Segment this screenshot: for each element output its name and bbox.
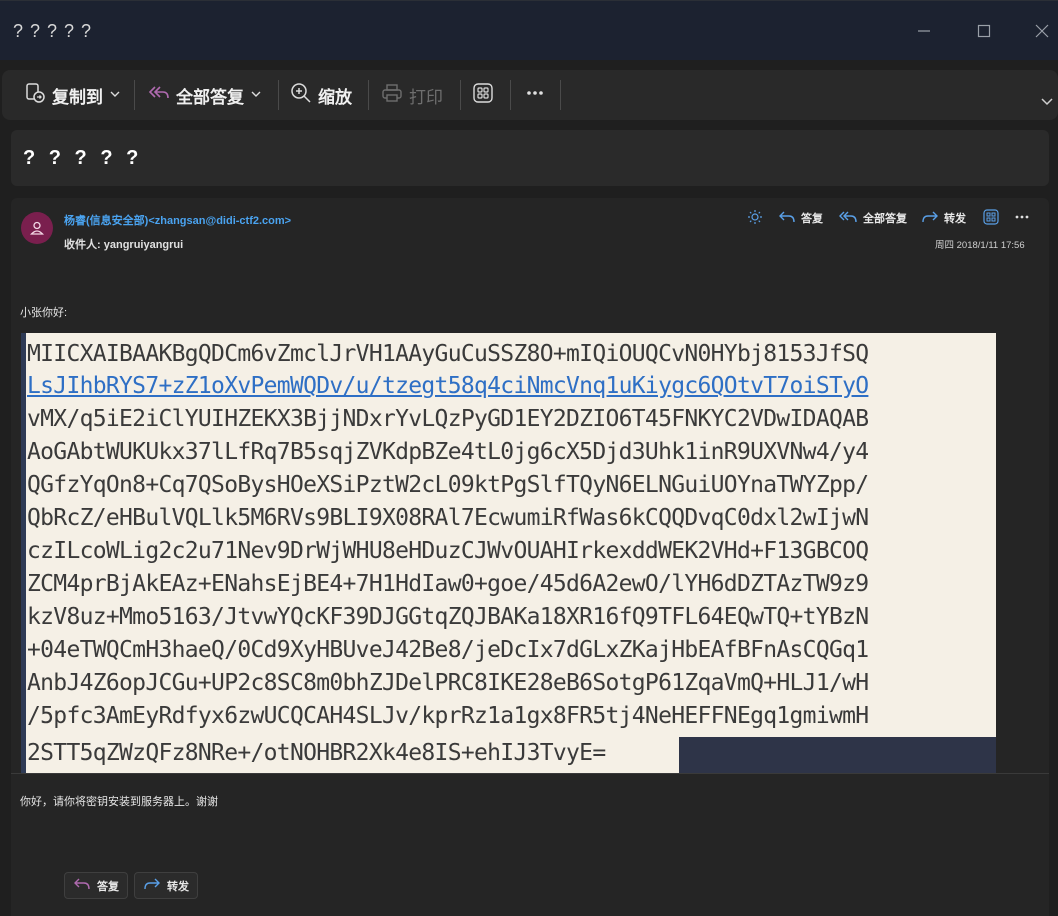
more-icon (524, 83, 546, 108)
chevron-down-icon (250, 85, 262, 105)
key-line: QGfzYqOn8+Cq7QSoBysHOeXSiPztW2cL09ktPgSl… (27, 472, 869, 498)
apps-grid-icon (983, 208, 999, 228)
forward-button[interactable]: 转发 (921, 208, 966, 228)
person-icon (30, 221, 44, 235)
key-line: ZCM4prBjAkEAz+ENahsEjBE4+7H1HdIaw0+goe/4… (27, 571, 869, 597)
window-title: ? ? ? ? ? (13, 21, 93, 41)
copy-to-icon (24, 82, 46, 109)
copy-to-label: 复制到 (52, 87, 103, 107)
sun-icon (747, 209, 763, 228)
key-line: vMX/q5iE2iClYUIHZEKX3BjjNDxrYvLQzPyGD1EY… (27, 406, 869, 432)
reply-all-header-button[interactable]: 全部答复 (838, 208, 907, 228)
close-button[interactable] (1030, 19, 1054, 43)
more-icon (1014, 209, 1030, 228)
ribbon-toolbar: 复制到 全部答复 缩放 打印 (2, 70, 1058, 120)
sun-button[interactable] (747, 208, 763, 228)
ribbon-divider (560, 80, 561, 110)
zoom-button[interactable]: 缩放 (290, 80, 352, 110)
print-label: 打印 (409, 87, 443, 107)
recipients-line: 收件人: yangruiyangrui (64, 236, 183, 252)
zoom-in-icon (290, 82, 312, 109)
avatar[interactable] (21, 212, 53, 244)
forward-icon (921, 209, 939, 228)
divider (11, 773, 1049, 774)
reply-all-button[interactable]: 全部答复 (148, 80, 262, 110)
print-button[interactable]: 打印 (381, 80, 443, 110)
more-options-button[interactable] (524, 80, 546, 110)
apps-header-button[interactable] (983, 208, 999, 228)
key-line: 2STT5qZWzQFz8NRe+/otNOHBR2Xk4e8IS+ehIJ3T… (27, 740, 606, 766)
key-block[interactable]: MIICXAIBAAKBgQDCm6vZmclJrVH1AAyGuCuSSZ8O… (21, 333, 996, 773)
forward-icon (143, 877, 161, 894)
maximize-button[interactable] (972, 19, 996, 43)
zoom-label: 缩放 (318, 87, 352, 107)
selection-edge (21, 333, 26, 773)
minimize-button[interactable] (912, 19, 936, 43)
message-subject: ? ? ? ? ? (23, 147, 143, 169)
to-label: 收件人: (64, 239, 104, 251)
key-line: kzV8uz+Mmo5163/JtvwYQcKF39DJGGtqZQJBAKa1… (27, 604, 869, 630)
ribbon-divider (368, 80, 369, 110)
key-line: czILcoWLig2c2u71Nev9DrWjWHU8eHDuzCJWvOUA… (27, 538, 869, 564)
key-line: AoGAbtWUKUkx37lLfRq7B5sqjZVKdpBZe4tL0jg6… (27, 439, 869, 465)
key-line: AnbJ4Z6opJCGu+UP2c8SC8m0bhZJDelPRC8IKE28… (27, 670, 869, 696)
more-header-button[interactable] (1014, 208, 1030, 228)
reply-button[interactable]: 答复 (778, 208, 823, 228)
sender-name[interactable]: 杨睿(信息安全部)<zhangsan@didi-ctf2.com> (64, 212, 291, 228)
forward-label: 转发 (944, 213, 966, 225)
ribbon-divider (510, 80, 511, 110)
key-line: /5pfc3AmEyRdfyx6zwUCQCAH4SLJv/kprRz1a1gx… (27, 703, 869, 729)
reply-icon (778, 209, 796, 228)
selection-remainder (679, 737, 996, 773)
reply-all-header-label: 全部答复 (863, 213, 907, 225)
footer-reply-label: 答复 (97, 880, 119, 893)
greeting-text: 小张你好: (20, 307, 68, 319)
key-line: +04eTWQCmH3haeQ/0Cd9XyHBUveJ42Be8/jeDcIx… (27, 637, 869, 663)
reply-all-icon (838, 209, 858, 228)
reply-all-icon (148, 83, 170, 108)
footer-forward-button[interactable]: 转发 (134, 872, 198, 899)
footer-reply-button[interactable]: 答复 (64, 872, 128, 899)
ribbon-expand-chevron-icon[interactable] (1040, 94, 1054, 113)
reply-icon (73, 877, 91, 894)
apps-button[interactable] (472, 80, 494, 110)
copy-to-button[interactable]: 复制到 (24, 80, 121, 110)
ribbon-divider (460, 80, 461, 110)
ribbon-divider (134, 80, 135, 110)
key-line-link[interactable]: LsJIhbRYS7+zZ1oXvPemWQDv/u/tzegt58q4ciNm… (27, 370, 869, 402)
body-text: 你好，请你将密钥安装到服务器上。谢谢 (20, 796, 218, 808)
printer-icon (381, 83, 403, 108)
window-titlebar: ? ? ? ? ? (0, 0, 1058, 60)
reply-label: 答复 (801, 213, 823, 225)
key-line: MIICXAIBAAKBgQDCm6vZmclJrVH1AAyGuCuSSZ8O… (27, 341, 869, 367)
apps-grid-icon (472, 82, 494, 109)
reading-pane: 杨睿(信息安全部)<zhangsan@didi-ctf2.com> 收件人: y… (11, 198, 1049, 916)
key-line: QbRcZ/eHBulVQLlk5M6RVs9BLI9X08RAl7Ecwumi… (27, 505, 869, 531)
reply-all-label: 全部答复 (176, 87, 244, 107)
chevron-down-icon (109, 85, 121, 105)
message-date: 周四 2018/1/11 17:56 (935, 240, 1025, 251)
ribbon-divider (278, 80, 279, 110)
to-value[interactable]: yangruiyangrui (104, 239, 183, 251)
subject-bar: ? ? ? ? ? (11, 130, 1049, 186)
footer-forward-label: 转发 (167, 880, 189, 893)
